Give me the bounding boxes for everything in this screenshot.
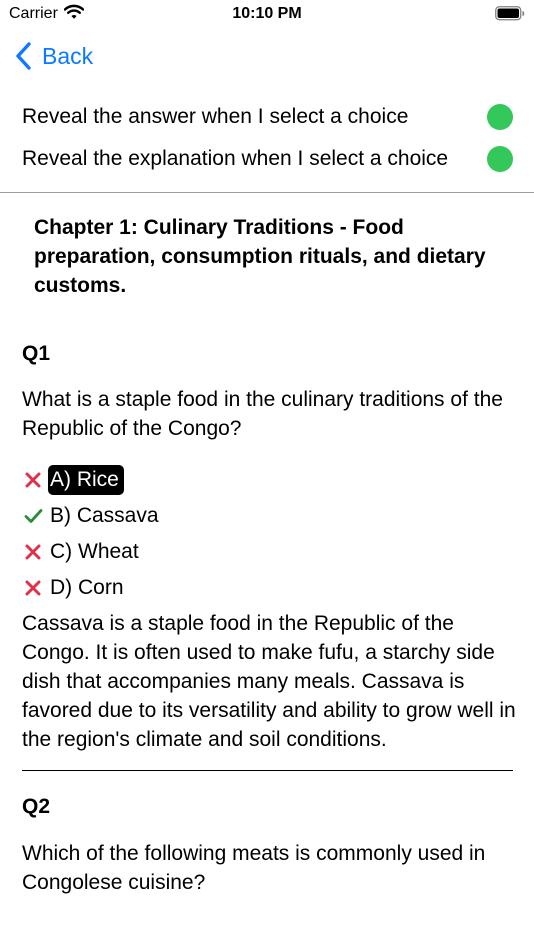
status-bar: Carrier 10:10 PM: [0, 0, 534, 28]
choice-label: B) Cassava: [50, 504, 159, 527]
question-number: Q2: [22, 795, 51, 818]
battery-icon: [495, 6, 525, 26]
choice-c[interactable]: C) Wheat: [22, 535, 144, 569]
settings-divider: [0, 192, 534, 193]
question-separator: [22, 770, 513, 771]
x-icon: [22, 469, 44, 491]
setting-label: Reveal the answer when I select a choice: [22, 105, 409, 128]
x-icon: [22, 541, 44, 563]
setting-reveal-answer: Reveal the answer when I select a choice: [0, 97, 534, 137]
back-label: Back: [42, 42, 94, 69]
status-time: 10:10 PM: [232, 5, 302, 22]
x-icon: [22, 577, 44, 599]
setting-label: Reveal the explanation when I select a c…: [22, 147, 449, 170]
choice-label: C) Wheat: [50, 540, 139, 563]
check-icon: [22, 505, 44, 527]
reveal-explanation-toggle[interactable]: [487, 146, 513, 172]
choice-d[interactable]: D) Corn: [22, 571, 129, 605]
choice-b[interactable]: B) Cassava: [22, 499, 164, 533]
question-text: Which of the following meats is commonly…: [22, 842, 486, 894]
back-button[interactable]: Back: [14, 39, 93, 73]
question-number: Q1: [22, 342, 51, 365]
reveal-answer-toggle[interactable]: [487, 104, 513, 130]
choice-a[interactable]: A) Rice: [22, 463, 124, 497]
choice-label: A) Rice: [48, 465, 124, 495]
chevron-left-icon: [16, 42, 31, 70]
navigation-bar: Back: [0, 36, 534, 76]
question-text: What is a staple food in the culinary tr…: [22, 388, 503, 440]
chapter-title: Chapter 1: Culinary Traditions - Food pr…: [34, 216, 486, 297]
explanation-text: Cassava is a staple food in the Republic…: [22, 612, 516, 751]
setting-reveal-explanation: Reveal the explanation when I select a c…: [0, 139, 534, 179]
choice-label: D) Corn: [50, 576, 124, 599]
